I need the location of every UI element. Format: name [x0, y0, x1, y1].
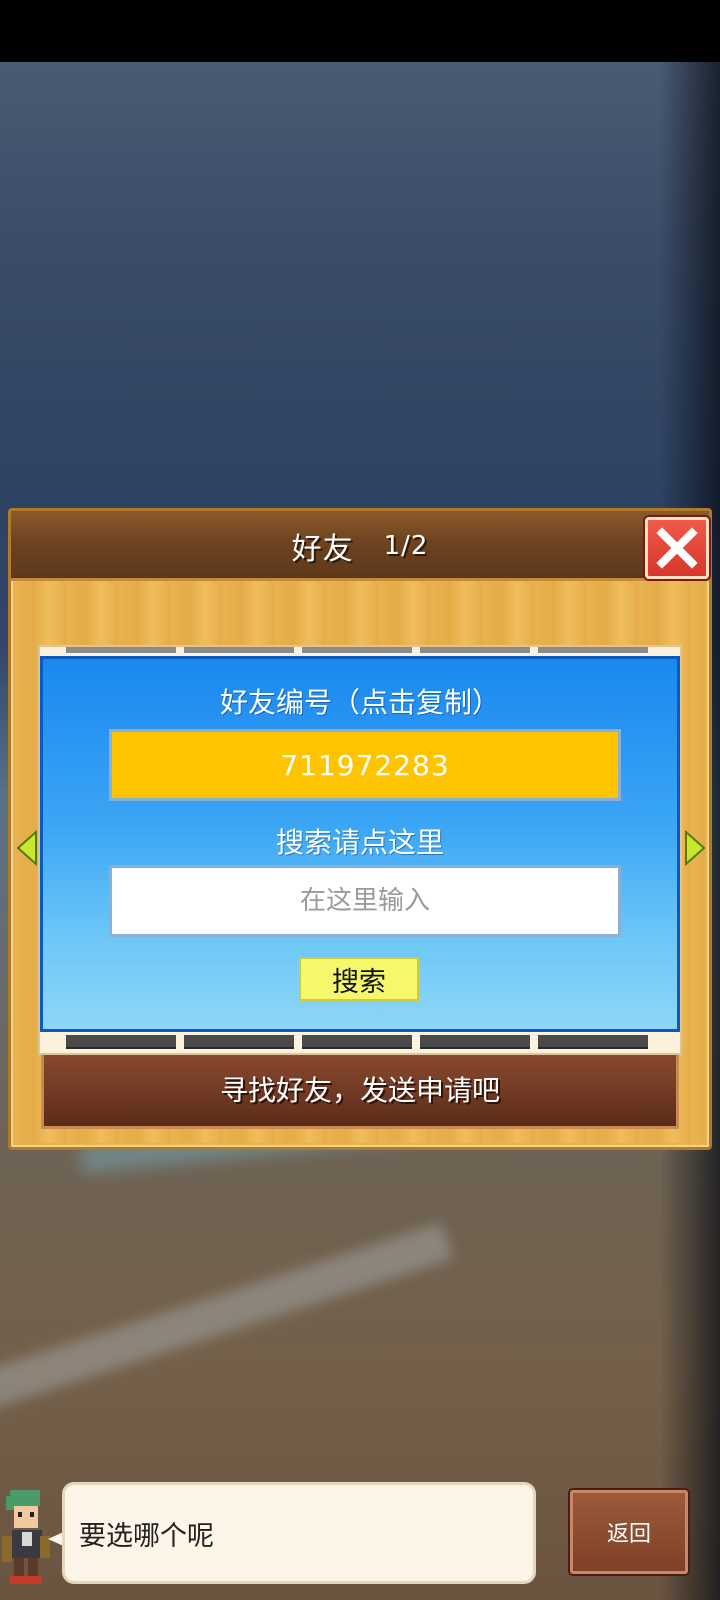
tray-slot	[184, 1035, 294, 1049]
prompt-text: 要选哪个呢	[79, 1520, 214, 1552]
friend-id-label: 好友编号（点击复制）	[219, 686, 500, 719]
dialog-title-text: 好友	[291, 532, 354, 567]
tray-slot	[184, 647, 294, 653]
find-friends-button[interactable]: 寻找好友，发送申请吧	[41, 1049, 679, 1129]
back-button[interactable]: 返回	[570, 1490, 688, 1574]
tray-slot	[66, 647, 176, 653]
tray-slot	[538, 1035, 648, 1049]
tray-slot	[66, 1035, 176, 1049]
background-light-streak	[0, 1222, 454, 1420]
search-label: 搜索请点这里	[275, 826, 444, 859]
previous-page-arrow-icon[interactable]	[16, 830, 38, 866]
page-indicator: 1/2	[383, 531, 429, 561]
close-x-icon	[656, 527, 698, 569]
tray-slot	[538, 647, 648, 653]
next-page-arrow-icon[interactable]	[684, 830, 706, 866]
search-input[interactable]	[109, 865, 621, 937]
friend-id-copy-box[interactable]: 711972283	[109, 729, 621, 801]
friend-search-panel: 好友编号（点击复制） 711972283 搜索请点这里 搜索	[40, 656, 680, 1032]
tray-slot	[302, 1035, 412, 1049]
status-bar	[0, 0, 720, 62]
tray-slot	[302, 647, 412, 653]
close-button[interactable]	[645, 517, 709, 579]
tray-slot	[420, 1035, 530, 1049]
speech-bubble: 要选哪个呢	[62, 1482, 536, 1584]
search-button[interactable]: 搜索	[299, 957, 419, 1001]
dialog-title: 好友 1/2	[11, 511, 709, 581]
tray-slot	[420, 647, 530, 653]
character-avatar-icon	[2, 1490, 50, 1584]
